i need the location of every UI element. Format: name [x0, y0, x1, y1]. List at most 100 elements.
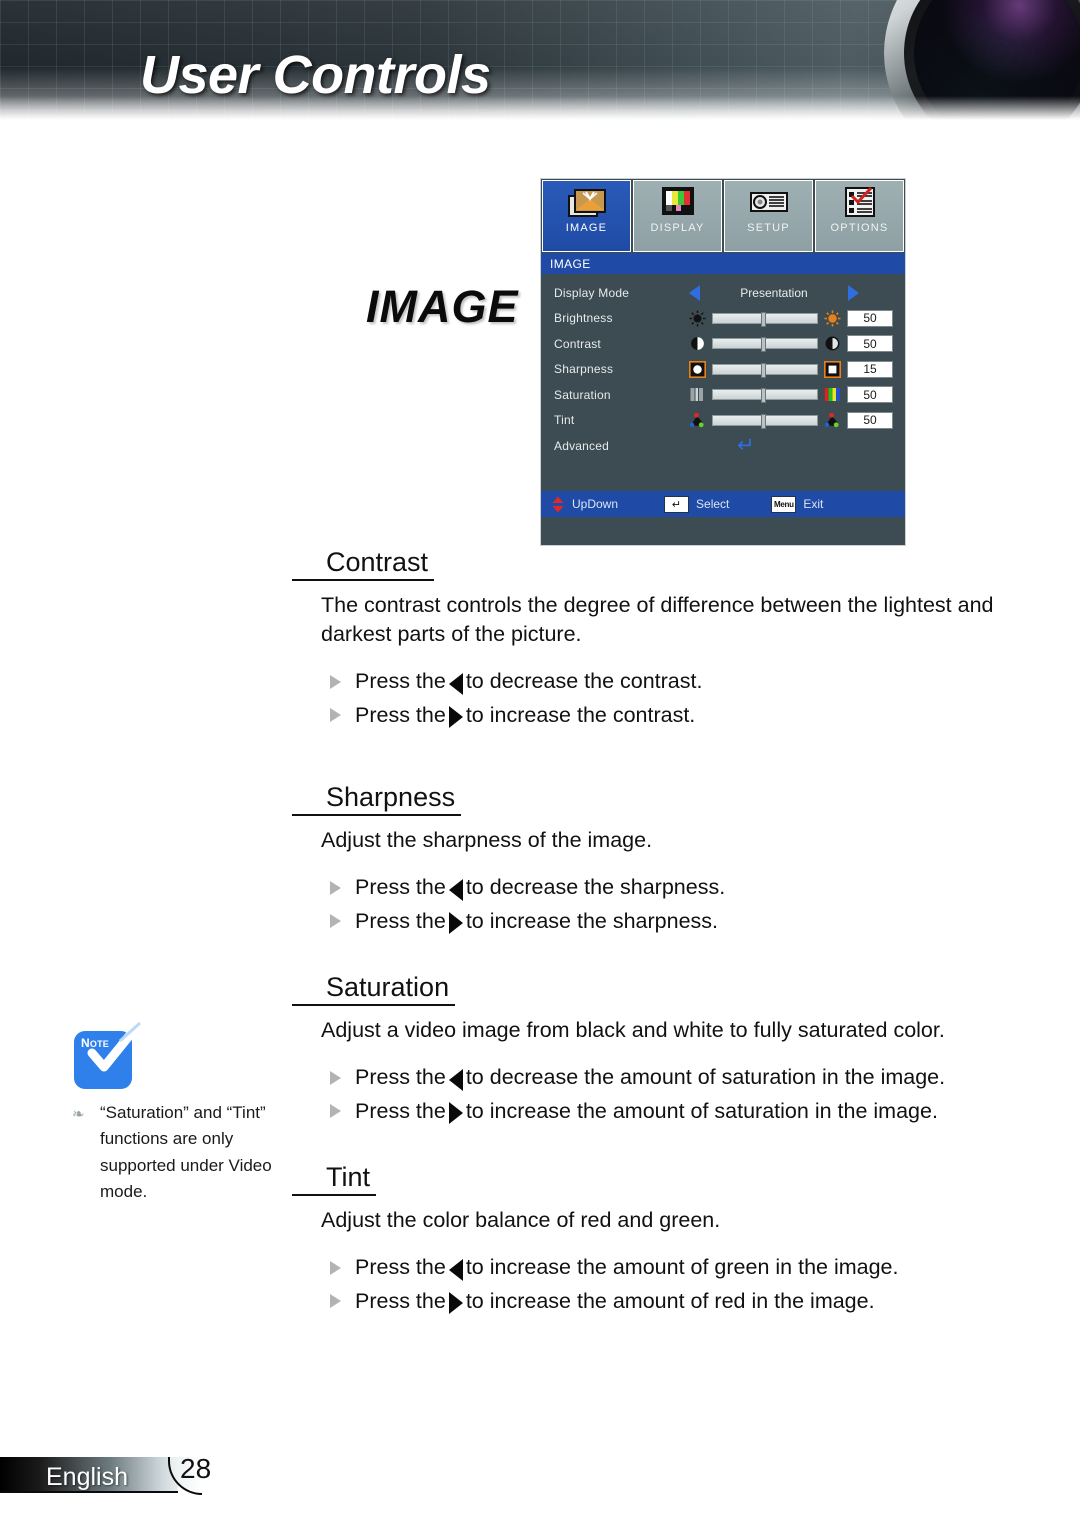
- osd-tab-setup[interactable]: SETUP: [724, 180, 813, 252]
- section-saturation-bullets: Press the to decrease the amount of satu…: [330, 1061, 1080, 1128]
- saturation-high-icon: [824, 388, 840, 402]
- tint-low-icon: [689, 412, 704, 427]
- osd-row-display-mode[interactable]: Display Mode Presentation: [541, 280, 905, 306]
- osd-footer-updown-label: UpDown: [572, 497, 619, 511]
- osd-slider-saturation[interactable]: 50: [689, 386, 893, 404]
- contrast-high-icon: [825, 336, 840, 351]
- bullet-triangle-icon: [330, 1294, 341, 1309]
- note-badge: NOTE: [74, 1020, 143, 1089]
- osd-label-saturation: Saturation: [554, 387, 611, 402]
- bullet-triangle-icon: [330, 1261, 341, 1276]
- slider-handle[interactable]: [761, 413, 766, 429]
- osd-slider-brightness[interactable]: 50: [689, 309, 893, 327]
- bullet-text-post: to increase the amount of green in the i…: [465, 1255, 899, 1280]
- right-arrow-icon[interactable]: [848, 284, 859, 301]
- note-checkmark-icon: [87, 1020, 143, 1072]
- osd-tab-image-label: IMAGE: [565, 222, 608, 234]
- osd-footer-bar: UpDown ↵ Select Menu Exit: [541, 491, 905, 517]
- osd-row-saturation[interactable]: Saturation 50: [541, 382, 905, 408]
- right-arrow-icon: [448, 1292, 463, 1315]
- left-arrow-icon: [448, 673, 463, 696]
- enter-arrow-icon[interactable]: ↵: [737, 435, 755, 456]
- section-contrast: Contrast The contrast controls the degre…: [0, 548, 1080, 732]
- osd-slider-tint[interactable]: 50: [689, 411, 893, 429]
- list-item: Press the to increase the amount of satu…: [330, 1095, 1080, 1128]
- left-arrow-icon: [448, 1069, 463, 1092]
- osd-row-tint[interactable]: Tint 50: [541, 408, 905, 434]
- osd-row-brightness[interactable]: Brightness 50: [541, 306, 905, 332]
- bullet-text-pre: Press the: [355, 1098, 446, 1123]
- display-tab-icon: [661, 187, 694, 215]
- bullet-triangle-icon: [330, 1071, 341, 1086]
- osd-value-saturation: 50: [847, 386, 893, 404]
- bullet-text-pre: Press the: [355, 1255, 446, 1280]
- bullet-triangle-icon: [330, 914, 341, 929]
- slider-handle[interactable]: [761, 311, 766, 327]
- slider-track[interactable]: [712, 337, 818, 353]
- section-saturation-body: Adjust a video image from black and whit…: [321, 1018, 945, 1043]
- osd-slider-sharpness[interactable]: 15: [689, 360, 893, 378]
- section-sharpness-body: Adjust the sharpness of the image.: [321, 828, 653, 853]
- section-sharpness-title: Sharpness: [292, 783, 462, 817]
- bullet-text-post: to increase the amount of saturation in …: [465, 1098, 938, 1123]
- left-arrow-icon[interactable]: [689, 284, 700, 301]
- slider-track[interactable]: [712, 413, 818, 429]
- note-body-text: “Saturation” and “Tint” functions are on…: [100, 1103, 272, 1202]
- up-down-arrows-icon: [552, 496, 564, 512]
- section-tint-body: Adjust the color balance of red and gree…: [321, 1208, 721, 1233]
- right-arrow-icon: [448, 912, 463, 935]
- image-tab-icon: [567, 189, 606, 217]
- osd-tab-image[interactable]: IMAGE: [542, 180, 631, 252]
- osd-row-sharpness[interactable]: Sharpness 15: [541, 357, 905, 383]
- osd-footer-exit-label: Exit: [803, 497, 824, 511]
- osd-label-brightness: Brightness: [554, 311, 613, 326]
- osd-label-contrast: Contrast: [554, 336, 601, 351]
- brightness-high-icon: [824, 310, 841, 327]
- brightness-low-icon: [689, 310, 706, 327]
- slider-track[interactable]: [712, 362, 818, 378]
- osd-tab-options[interactable]: OPTIONS: [815, 180, 904, 252]
- section-contrast-title: Contrast: [292, 548, 435, 582]
- bullet-text-pre: Press the: [355, 1288, 446, 1313]
- osd-row-advanced[interactable]: Advanced ↵: [541, 433, 905, 459]
- slider-handle[interactable]: [761, 337, 766, 353]
- footer-language-label: English: [46, 1463, 128, 1491]
- page-header-banner: User Controls: [0, 0, 1080, 122]
- bullet-text-post: to decrease the contrast.: [465, 669, 703, 694]
- osd-label-advanced: Advanced: [554, 438, 609, 453]
- slider-track[interactable]: [712, 311, 818, 327]
- osd-body: Display Mode Presentation Brightness 50 …: [541, 274, 905, 517]
- osd-tab-display[interactable]: DISPLAY: [633, 180, 722, 252]
- slider-handle[interactable]: [761, 362, 766, 378]
- osd-title-bar: IMAGE: [541, 253, 905, 274]
- osd-footer-select: ↵ Select: [664, 495, 729, 513]
- page-number: 28: [180, 1453, 212, 1484]
- header-fade-overlay: [0, 96, 1080, 122]
- osd-tab-options-label: OPTIONS: [830, 222, 889, 234]
- section-saturation-title: Saturation: [292, 973, 456, 1007]
- bullet-triangle-icon: [330, 708, 341, 723]
- slider-handle[interactable]: [761, 388, 766, 404]
- right-arrow-icon: [448, 706, 463, 729]
- bullet-text-pre: Press the: [355, 1065, 446, 1090]
- osd-row-contrast[interactable]: Contrast 50: [541, 331, 905, 357]
- bullet-text-pre: Press the: [355, 908, 446, 933]
- bullet-text-post: to decrease the amount of saturation in …: [465, 1065, 946, 1090]
- osd-footer-exit: Menu Exit: [771, 495, 824, 513]
- slider-track[interactable]: [712, 388, 818, 404]
- osd-value-brightness: 50: [847, 309, 893, 327]
- left-arrow-icon: [448, 1259, 463, 1282]
- list-item: Press the to decrease the amount of satu…: [330, 1061, 1080, 1094]
- osd-slider-contrast[interactable]: 50: [689, 335, 893, 353]
- bullet-text-pre: Press the: [355, 702, 446, 727]
- section-contrast-bullets: Press the to decrease the contrast. Pres…: [330, 665, 1080, 732]
- list-item: Press the to increase the amount of gree…: [330, 1251, 1080, 1284]
- osd-footer-updown: UpDown: [551, 496, 618, 513]
- osd-label-tint: Tint: [554, 413, 575, 428]
- osd-tab-display-label: DISPLAY: [650, 222, 705, 234]
- bullet-text-pre: Press the: [355, 875, 446, 900]
- list-item: Press the to increase the amount of red …: [330, 1285, 1080, 1318]
- section-sharpness: Sharpness Adjust the sharpness of the im…: [0, 783, 1080, 938]
- bullet-text-pre: Press the: [355, 669, 446, 694]
- section-sharpness-bullets: Press the to decrease the sharpness. Pre…: [330, 871, 1080, 938]
